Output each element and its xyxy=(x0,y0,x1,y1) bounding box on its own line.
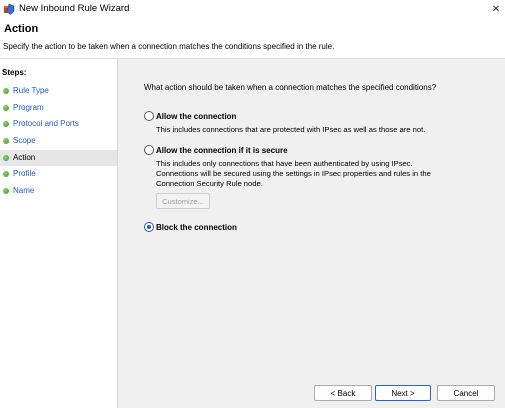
step-name[interactable]: Name xyxy=(0,183,117,199)
page-title: Action xyxy=(4,23,39,35)
page-description: Specify the action to be taken when a co… xyxy=(3,42,335,51)
step-label: Rule Type xyxy=(13,86,49,95)
green-dot-icon xyxy=(3,88,9,94)
step-label: Scope xyxy=(13,136,36,145)
main-panel: What action should be taken when a conne… xyxy=(118,59,505,408)
steps-panel: Steps: Rule Type Program Protocol and Po… xyxy=(0,59,118,408)
green-dot-icon xyxy=(3,138,9,144)
allow-secure-description: This includes only connections that have… xyxy=(156,159,431,188)
green-dot-icon xyxy=(3,105,9,111)
green-dot-icon xyxy=(3,171,9,177)
block-connection-label[interactable]: Block the connection xyxy=(156,223,237,232)
back-button[interactable]: < Back xyxy=(314,385,372,401)
steps-title: Steps: xyxy=(2,68,27,77)
cancel-button[interactable]: Cancel xyxy=(437,385,495,401)
customize-button[interactable]: Customize... xyxy=(156,193,210,209)
step-rule-type[interactable]: Rule Type xyxy=(0,83,117,99)
allow-secure-label[interactable]: Allow the connection if it is secure xyxy=(156,146,288,155)
action-question: What action should be taken when a conne… xyxy=(144,83,437,92)
step-label: Name xyxy=(13,186,35,195)
step-scope[interactable]: Scope xyxy=(0,133,117,149)
green-dot-icon xyxy=(3,155,9,161)
allow-secure-radio[interactable] xyxy=(144,145,154,155)
step-profile[interactable]: Profile xyxy=(0,166,117,182)
window-title: New Inbound Rule Wizard xyxy=(19,3,130,14)
step-label: Profile xyxy=(13,169,36,178)
wizard-window: New Inbound Rule Wizard ✕ Action Specify… xyxy=(0,0,505,408)
step-label: Action xyxy=(13,153,36,162)
block-connection-radio[interactable] xyxy=(144,222,154,232)
green-dot-icon xyxy=(3,188,9,194)
step-protocol-and-ports[interactable]: Protocol and Ports xyxy=(0,116,117,132)
step-program[interactable]: Program xyxy=(0,100,117,116)
title-bar: New Inbound Rule Wizard ✕ xyxy=(0,0,505,18)
green-dot-icon xyxy=(3,121,9,127)
next-button[interactable]: Next > xyxy=(375,385,431,401)
allow-connection-description: This includes connections that are prote… xyxy=(156,125,426,134)
page-header: Action Specify the action to be taken wh… xyxy=(0,18,505,59)
step-action[interactable]: Action xyxy=(0,150,117,166)
step-label: Program xyxy=(13,103,44,112)
allow-connection-radio[interactable] xyxy=(144,111,154,121)
firewall-shield-icon xyxy=(3,2,15,15)
step-label: Protocol and Ports xyxy=(13,119,79,128)
close-icon: ✕ xyxy=(491,3,501,15)
close-button[interactable]: ✕ xyxy=(487,0,505,18)
allow-connection-label[interactable]: Allow the connection xyxy=(156,112,236,121)
